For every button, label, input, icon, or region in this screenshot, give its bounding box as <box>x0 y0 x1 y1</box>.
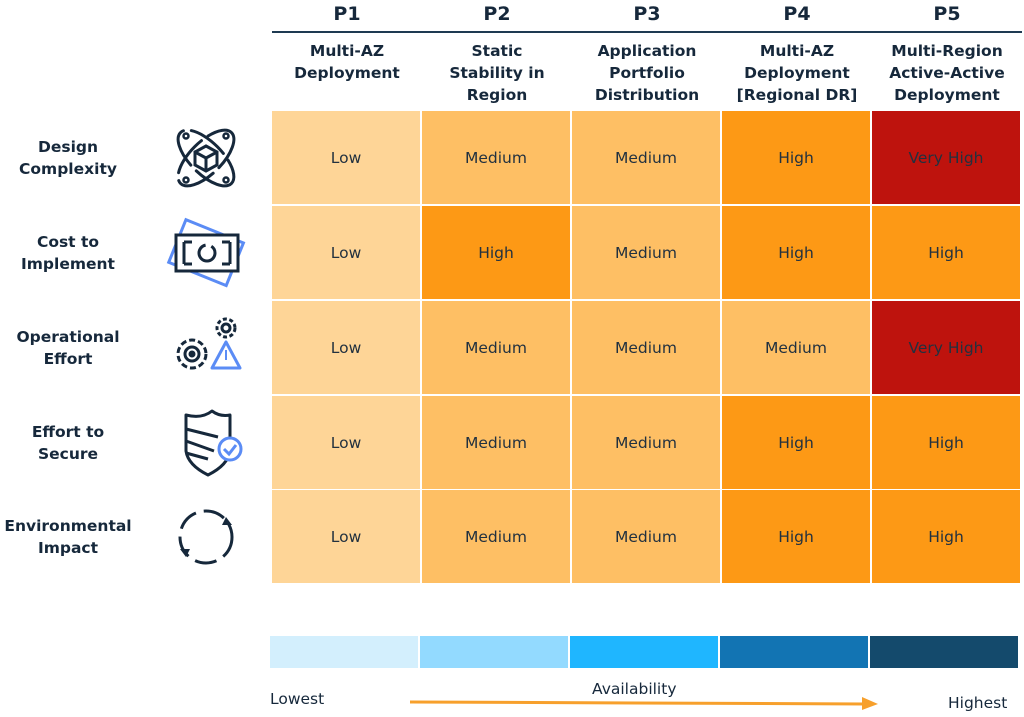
column-code-p3: P3 <box>633 3 661 25</box>
grid-cell: Low <box>272 206 420 299</box>
legend-highest-label: Highest <box>948 694 1008 712</box>
grid-cell: High <box>722 206 870 299</box>
grid-cell: High <box>872 396 1020 489</box>
row-label-line: Impact <box>37 539 99 557</box>
grid-cell: High <box>422 206 570 299</box>
availability-scale-segment <box>870 636 1018 668</box>
column-title-line: Multi-Region <box>891 42 1003 60</box>
availability-arrow-icon <box>410 697 878 710</box>
column-code-p4: P4 <box>783 3 811 25</box>
column-title: Application Portfolio Distribution <box>572 40 722 106</box>
row-label-line: Effort to <box>31 423 105 441</box>
column-title-line: Multi-AZ <box>309 42 385 60</box>
grid-cell: Low <box>272 301 420 394</box>
grid-cell: Very High <box>872 301 1020 394</box>
column-code-p5: P5 <box>933 3 961 25</box>
column-title-line: Multi-AZ <box>759 42 835 60</box>
grid-cell: Medium <box>722 301 870 394</box>
grid-cell: High <box>722 490 870 583</box>
column-title-line: [Regional DR] <box>736 86 858 104</box>
column-title-line: Active-Active <box>889 64 1005 82</box>
row-label-line: Secure <box>37 445 99 463</box>
availability-scale-segment <box>570 636 718 668</box>
grid-cell: Medium <box>572 301 720 394</box>
column-title-line: Deployment <box>894 86 1000 104</box>
column-title-line: Deployment <box>294 64 400 82</box>
grid-cell: Very High <box>872 111 1020 204</box>
column-title-line: Deployment <box>744 64 850 82</box>
row-label-line: Complexity <box>19 160 117 178</box>
grid-cell: Medium <box>572 396 720 489</box>
availability-scale-segment <box>420 636 568 668</box>
row-label-line: Environmental <box>4 517 132 535</box>
grid-cell: High <box>722 396 870 489</box>
grid-cell: Low <box>272 490 420 583</box>
grid-cell: Medium <box>422 490 570 583</box>
row-label: Environmental Impact <box>0 515 136 559</box>
column-title: Multi-Region Active-Active Deployment <box>872 40 1022 106</box>
grid-cell: High <box>872 490 1020 583</box>
grid-cell: Medium <box>572 206 720 299</box>
grid-cell: Low <box>272 111 420 204</box>
column-title-line: Region <box>466 86 528 104</box>
availability-scale-segment <box>720 636 868 668</box>
row-label-line: Design <box>37 138 99 156</box>
column-title-line: Distribution <box>594 86 700 104</box>
gears-warning-icon <box>162 312 250 384</box>
column-title-line: Stability in <box>449 64 545 82</box>
row-label-line: Implement <box>21 255 115 273</box>
row-label-line: Effort <box>43 350 93 368</box>
grid-cell: Medium <box>572 490 720 583</box>
column-title: Multi-AZ Deployment [Regional DR] <box>722 40 872 106</box>
atom-cube-icon <box>162 122 250 194</box>
column-title-line: Application <box>597 42 697 60</box>
row-label-line: Cost to <box>36 233 100 251</box>
grid-cell: High <box>722 111 870 204</box>
grid-cell: Medium <box>422 396 570 489</box>
column-title: Multi-AZ Deployment <box>272 40 422 84</box>
row-label: Cost to Implement <box>0 231 136 275</box>
shield-check-icon <box>162 407 250 479</box>
column-title-line: Portfolio <box>609 64 685 82</box>
banknote-icon <box>162 217 250 289</box>
grid-cell: Medium <box>422 301 570 394</box>
grid-cell: Medium <box>422 111 570 204</box>
column-code-p1: P1 <box>333 3 361 25</box>
header-rule <box>272 31 1022 33</box>
availability-scale-segment <box>270 636 418 668</box>
row-label-line: Operational <box>16 328 120 346</box>
grid-cell: Low <box>272 396 420 489</box>
column-code-p2: P2 <box>483 3 511 25</box>
column-title-line: Static <box>471 42 523 60</box>
comparison-grid: Low Medium Medium High Very High Low High Mediu… <box>272 111 1023 584</box>
column-title: Static Stability in Region <box>422 40 572 106</box>
recycle-arrows-icon <box>162 501 250 573</box>
legend-lowest-label: Lowest <box>270 690 325 708</box>
row-label: Effort to Secure <box>0 421 136 465</box>
row-label: Design Complexity <box>0 136 136 180</box>
row-label: Operational Effort <box>0 326 136 370</box>
grid-cell: High <box>872 206 1020 299</box>
grid-cell: Medium <box>572 111 720 204</box>
